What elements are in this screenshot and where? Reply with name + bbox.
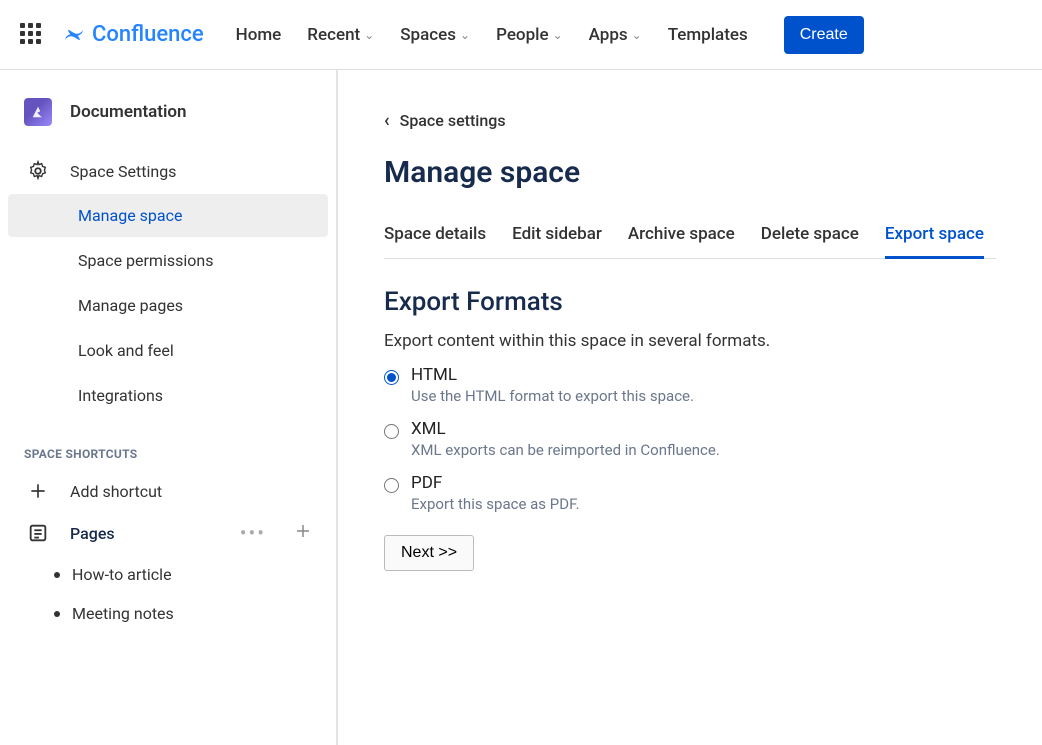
next-button[interactable]: Next >> xyxy=(384,535,474,571)
tabs: Space details Edit sidebar Archive space… xyxy=(384,218,996,259)
radio-pdf-label: PDF xyxy=(411,473,442,493)
radio-html-label: HTML xyxy=(411,365,457,385)
sidebar-item-manage-pages[interactable]: Manage pages xyxy=(8,284,328,327)
nav-links: Home Recent⌄ Spaces⌄ People⌄ Apps⌄ Templ… xyxy=(236,25,748,45)
sidebar: Documentation Space Settings Manage spac… xyxy=(0,70,338,745)
nav-people[interactable]: People⌄ xyxy=(496,25,563,45)
sidebar-item-look-and-feel[interactable]: Look and feel xyxy=(8,329,328,372)
tab-export-space[interactable]: Export space xyxy=(885,218,984,259)
sidebar-shortcuts-heading: SPACE SHORTCUTS xyxy=(0,419,336,471)
format-option-pdf[interactable]: PDF xyxy=(384,473,996,493)
main-content: ‹ Space settings Manage space Space deta… xyxy=(338,70,1042,745)
page-item-meeting-notes[interactable]: Meeting notes xyxy=(0,594,336,633)
chevron-down-icon: ⌄ xyxy=(632,28,642,42)
section-title: Export Formats xyxy=(384,287,996,317)
sidebar-add-shortcut-label: Add shortcut xyxy=(70,482,162,501)
radio-xml[interactable] xyxy=(384,424,399,439)
sidebar-pages-row[interactable]: Pages ••• xyxy=(0,511,336,555)
radio-xml-label: XML xyxy=(411,419,446,439)
sidebar-pages-label: Pages xyxy=(70,524,222,543)
tab-delete-space[interactable]: Delete space xyxy=(761,218,859,258)
space-name: Documentation xyxy=(70,102,187,122)
radio-html[interactable] xyxy=(384,370,399,385)
confluence-icon xyxy=(62,23,86,47)
top-nav: Confluence Home Recent⌄ Spaces⌄ People⌄ … xyxy=(0,0,1042,70)
more-icon[interactable]: ••• xyxy=(240,521,266,545)
sidebar-item-integrations[interactable]: Integrations xyxy=(8,374,328,417)
format-option-html[interactable]: HTML xyxy=(384,365,996,385)
chevron-down-icon: ⌄ xyxy=(553,28,563,42)
space-logo-icon xyxy=(24,98,52,126)
page-list-icon xyxy=(24,522,52,544)
nav-home[interactable]: Home xyxy=(236,25,282,45)
chevron-left-icon: ‹ xyxy=(384,110,390,131)
radio-html-desc: Use the HTML format to export this space… xyxy=(411,387,996,405)
app-switcher-icon[interactable] xyxy=(20,23,44,47)
sidebar-add-shortcut[interactable]: Add shortcut xyxy=(0,471,336,511)
breadcrumb[interactable]: ‹ Space settings xyxy=(384,110,996,131)
create-button[interactable]: Create xyxy=(784,16,864,54)
bullet-icon xyxy=(54,572,60,578)
nav-templates[interactable]: Templates xyxy=(668,25,748,45)
tab-archive-space[interactable]: Archive space xyxy=(628,218,735,258)
space-header[interactable]: Documentation xyxy=(0,98,336,150)
sidebar-space-settings[interactable]: Space Settings xyxy=(0,150,336,192)
sidebar-space-settings-label: Space Settings xyxy=(70,162,176,181)
tab-edit-sidebar[interactable]: Edit sidebar xyxy=(512,218,602,258)
sidebar-item-manage-space[interactable]: Manage space xyxy=(8,194,328,237)
nav-recent[interactable]: Recent⌄ xyxy=(307,25,374,45)
radio-pdf[interactable] xyxy=(384,478,399,493)
tab-space-details[interactable]: Space details xyxy=(384,218,486,258)
brand-logo[interactable]: Confluence xyxy=(62,22,204,47)
nav-spaces[interactable]: Spaces⌄ xyxy=(400,25,470,45)
gear-icon xyxy=(24,160,52,182)
radio-pdf-desc: Export this space as PDF. xyxy=(411,495,996,513)
add-page-icon[interactable] xyxy=(294,522,312,544)
chevron-down-icon: ⌄ xyxy=(460,28,470,42)
sidebar-item-space-permissions[interactable]: Space permissions xyxy=(8,239,328,282)
chevron-down-icon: ⌄ xyxy=(364,28,374,42)
radio-xml-desc: XML exports can be reimported in Conflue… xyxy=(411,441,996,459)
page-item-howto[interactable]: How-to article xyxy=(0,555,336,594)
breadcrumb-label: Space settings xyxy=(400,111,506,130)
section-desc: Export content within this space in seve… xyxy=(384,331,996,351)
bullet-icon xyxy=(54,611,60,617)
format-option-xml[interactable]: XML xyxy=(384,419,996,439)
nav-apps[interactable]: Apps⌄ xyxy=(589,25,642,45)
plus-icon xyxy=(24,481,52,501)
page-title: Manage space xyxy=(384,155,996,190)
brand-text: Confluence xyxy=(92,22,204,47)
